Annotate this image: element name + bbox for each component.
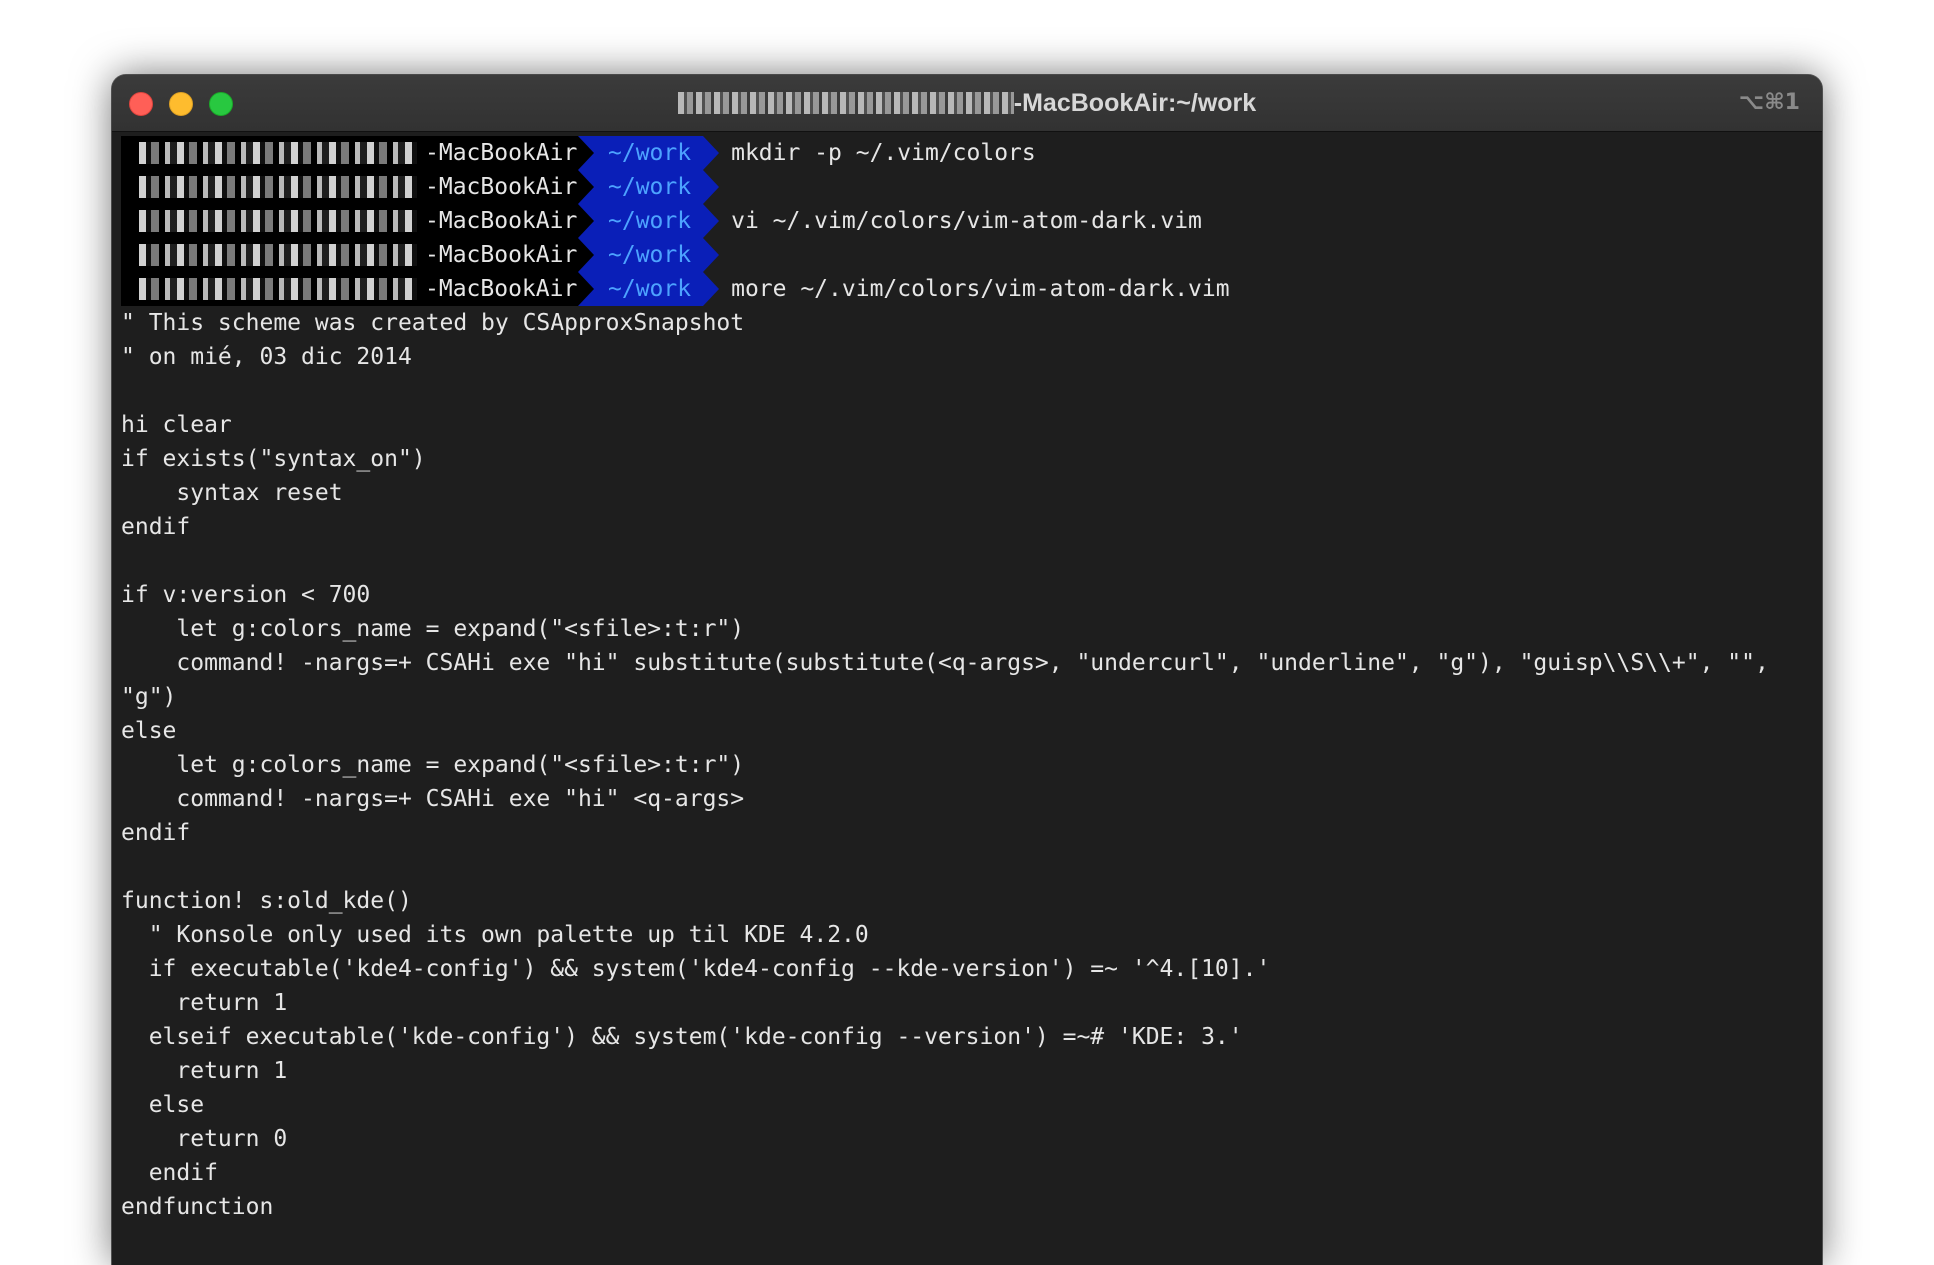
- output-line: return 1: [121, 1058, 288, 1084]
- redacted-username: [139, 278, 417, 300]
- prompt-host: -MacBookAir: [425, 208, 578, 234]
- redacted-username: [139, 244, 417, 266]
- output-line: else: [121, 1092, 205, 1118]
- prompt-host: -MacBookAir: [425, 242, 578, 268]
- output-line: return 1: [121, 990, 288, 1016]
- redacted-username: [677, 92, 1014, 114]
- prompt-user-segment: -MacBookAir: [121, 204, 578, 238]
- prompt-host: -MacBookAir: [425, 174, 578, 200]
- prompt-directory: ~/work: [578, 238, 720, 272]
- redacted-username: [139, 176, 417, 198]
- output-line: let g:colors_name = expand("<sfile>:t:r"…: [121, 752, 745, 778]
- prompt-line: -MacBookAir ~/work: [121, 238, 1822, 272]
- prompt-line: -MacBookAir ~/work: [121, 170, 1822, 204]
- prompt-line: -MacBookAir ~/work vi ~/.vim/colors/vim-at…: [121, 204, 1822, 238]
- output-line: endfunction: [121, 1194, 274, 1220]
- prompt-host: -MacBookAir: [425, 140, 578, 166]
- prompt-host: -MacBookAir: [425, 276, 578, 302]
- output-line: " Konsole only used its own palette up t…: [121, 922, 869, 948]
- window-shortcut: ⌥⌘1: [1738, 90, 1800, 115]
- prompt-line: -MacBookAir ~/work more ~/.vim/colors/vim-…: [121, 272, 1822, 306]
- output-line: let g:colors_name = expand("<sfile>:t:r"…: [121, 616, 745, 642]
- prompt-user-segment: -MacBookAir: [121, 238, 578, 272]
- prompt-user-segment: -MacBookAir: [121, 272, 578, 306]
- output-line: syntax reset: [121, 480, 343, 506]
- prompt-user-segment: -MacBookAir: [121, 170, 578, 204]
- window-title-text: -MacBookAir:~/work: [1013, 89, 1257, 117]
- output-line: command! -nargs=+ CSAHi exe "hi" <q-args…: [121, 786, 745, 812]
- output-line: endif: [121, 820, 191, 846]
- output-line: elseif executable('kde-config') && syste…: [121, 1024, 1243, 1050]
- terminal-window[interactable]: -MacBookAir:~/work ⌥⌘1 -MacBookAir ~/work…: [112, 75, 1822, 1265]
- prompt-command: mkdir -p ~/.vim/colors: [731, 140, 1036, 166]
- output-line: command! -nargs=+ CSAHi exe "hi" substit…: [121, 650, 1769, 676]
- output-line: if exists("syntax_on"): [121, 446, 426, 472]
- prompt-directory: ~/work: [578, 272, 720, 306]
- output-line: " on mié, 03 dic 2014: [121, 344, 412, 370]
- redacted-username: [139, 210, 417, 232]
- output-line: hi clear: [121, 412, 232, 438]
- output-line: return 0: [121, 1126, 288, 1152]
- prompt-directory: ~/work: [578, 204, 720, 238]
- window-title: -MacBookAir:~/work: [112, 75, 1822, 131]
- output-line: " This scheme was created by CSApproxSna…: [121, 310, 745, 336]
- output-line: "g"): [121, 684, 177, 710]
- output-line: if executable('kde4-config') && system('…: [121, 956, 1271, 982]
- output-line: endif: [121, 1160, 218, 1186]
- output-line: endif: [121, 514, 191, 540]
- prompt-command: vi ~/.vim/colors/vim-atom-dark.vim: [731, 208, 1202, 234]
- output-line: if v:version < 700: [121, 582, 371, 608]
- prompt-user-segment: -MacBookAir: [121, 136, 578, 170]
- output-line: function! s:old_kde(): [121, 888, 412, 914]
- prompt-directory: ~/work: [578, 170, 720, 204]
- terminal-content[interactable]: -MacBookAir ~/work mkdir -p ~/.vim/colors …: [121, 136, 1822, 1265]
- redacted-username: [139, 142, 417, 164]
- prompt-command: more ~/.vim/colors/vim-atom-dark.vim: [731, 276, 1230, 302]
- prompt-directory: ~/work: [578, 136, 720, 170]
- output-line: else: [121, 718, 177, 744]
- title-bar[interactable]: -MacBookAir:~/work ⌥⌘1: [112, 75, 1822, 132]
- prompt-line: -MacBookAir ~/work mkdir -p ~/.vim/colors: [121, 136, 1822, 170]
